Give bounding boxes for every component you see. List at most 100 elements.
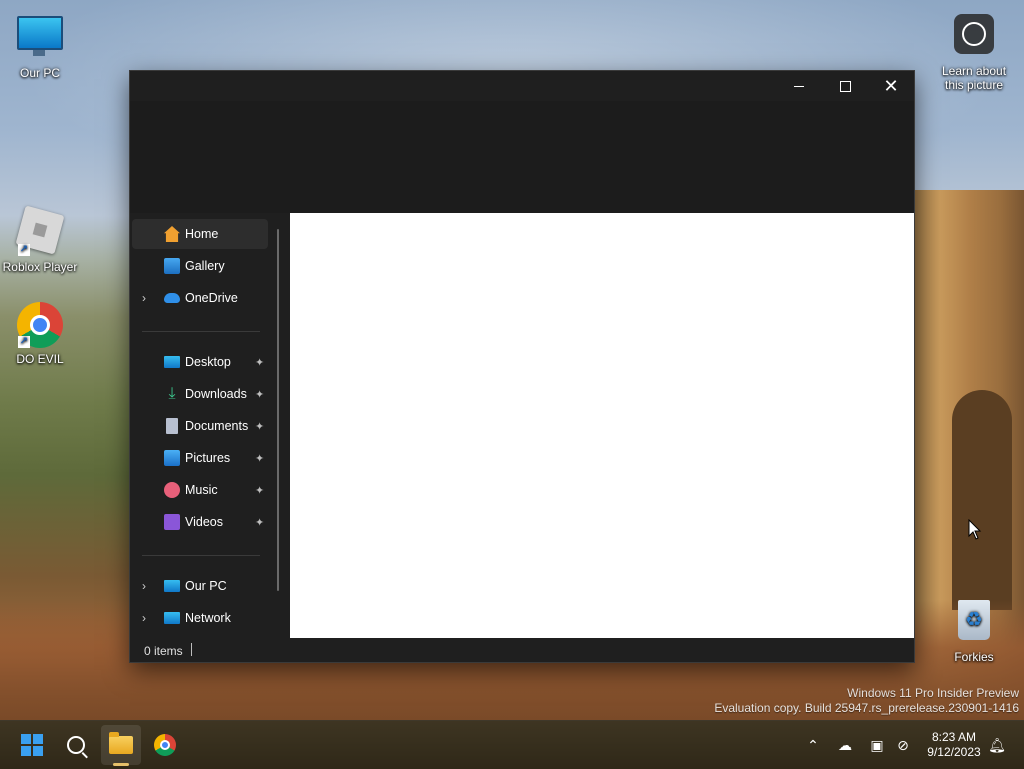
evaluation-watermark: Windows 11 Pro Insider Preview Evaluatio… xyxy=(714,686,1019,716)
home-icon xyxy=(164,226,180,242)
nav-item-documents[interactable]: Documents ✦ xyxy=(132,411,268,441)
nav-item-label: OneDrive xyxy=(185,291,238,305)
chevron-right-icon[interactable]: › xyxy=(142,611,146,625)
desktop-icon-label: DO EVIL xyxy=(16,352,64,366)
start-button[interactable] xyxy=(12,725,52,765)
file-explorer-window[interactable]: ✕ Home Gallery › OneDrive Desktop ✦ ⤓ Do… xyxy=(130,71,914,662)
pin-icon: ✦ xyxy=(255,452,265,465)
bell-icon: 🔔︎ xyxy=(988,736,1006,753)
nav-item-label: Pictures xyxy=(185,451,231,465)
minimize-button[interactable] xyxy=(776,71,822,101)
clock-date: 9/12/2023 xyxy=(927,745,981,759)
minimize-icon xyxy=(794,85,804,87)
nav-item-label: Our PC xyxy=(185,579,227,593)
nav-item-network[interactable]: › Network xyxy=(132,603,268,633)
chevron-right-icon[interactable]: › xyxy=(142,579,146,593)
desktop-icon-recycle-bin[interactable]: ♻ Forkies xyxy=(934,596,1014,664)
shortcut-arrow-icon: ↗ xyxy=(18,336,30,348)
chevron-right-icon[interactable]: › xyxy=(142,291,146,305)
title-bar[interactable]: ✕ xyxy=(130,71,914,101)
nav-divider xyxy=(142,555,260,556)
toolbar-area xyxy=(130,101,914,213)
search-icon xyxy=(67,736,85,754)
close-button[interactable]: ✕ xyxy=(868,71,914,101)
taskbar: ⌃ ☁ ▣ ⊘ 8:23 AM 9/12/2023 🔔︎ xyxy=(0,720,1024,769)
mouse-cursor-icon xyxy=(968,519,982,540)
nav-item-label: Network xyxy=(185,611,231,625)
maximize-icon xyxy=(839,80,851,92)
desktop-icon-our-pc[interactable]: Our PC xyxy=(0,10,80,80)
nav-divider xyxy=(142,331,260,332)
cloud-offline-icon: ☁ xyxy=(838,736,852,753)
search-button[interactable] xyxy=(56,725,96,765)
desktop-icon-roblox-player[interactable]: ↗ Roblox Player xyxy=(0,205,80,274)
camera-icon xyxy=(954,14,994,54)
network-status-icon: ▣ xyxy=(870,736,884,753)
watermark-line-1: Windows 11 Pro Insider Preview xyxy=(847,686,1019,700)
shortcut-arrow-icon: ↗ xyxy=(18,244,30,256)
pin-icon: ✦ xyxy=(255,516,265,529)
active-app-indicator xyxy=(113,763,129,766)
nav-item-onedrive[interactable]: › OneDrive xyxy=(132,283,268,313)
nav-item-our-pc[interactable]: › Our PC xyxy=(132,571,268,601)
pin-icon: ✦ xyxy=(255,388,265,401)
nav-item-videos[interactable]: Videos ✦ xyxy=(132,507,268,537)
volume-muted-icon: ⊘ xyxy=(897,736,909,753)
background-bridge-arch xyxy=(952,390,1012,610)
nav-item-gallery[interactable]: Gallery xyxy=(132,251,268,281)
downloads-icon: ⤓ xyxy=(168,385,176,402)
nav-item-downloads[interactable]: ⤓ Downloads ✦ xyxy=(132,379,268,409)
show-hidden-icons-button[interactable]: ⌃ xyxy=(802,721,824,769)
desktop-icon-label: Learn about this picture xyxy=(941,64,1007,92)
close-icon: ✕ xyxy=(883,75,899,97)
pictures-icon xyxy=(164,450,180,466)
desktop-icon-label: Roblox Player xyxy=(2,260,78,274)
navigation-pane[interactable]: Home Gallery › OneDrive Desktop ✦ ⤓ Down… xyxy=(130,213,288,638)
videos-icon xyxy=(164,514,180,530)
nav-item-desktop[interactable]: Desktop ✦ xyxy=(132,347,268,377)
nav-item-home[interactable]: Home xyxy=(132,219,268,249)
pc-icon xyxy=(164,580,180,592)
nav-item-label: Downloads xyxy=(185,387,247,401)
watermark-line-2: Evaluation copy. Build 25947.rs_prerelea… xyxy=(714,701,1019,715)
documents-icon xyxy=(166,418,178,434)
chevron-up-icon: ⌃ xyxy=(807,736,819,753)
windows-start-icon xyxy=(21,734,43,756)
nav-item-label: Desktop xyxy=(185,355,231,369)
desktop-icon-do-evil[interactable]: ↗ DO EVIL xyxy=(0,302,80,366)
music-icon xyxy=(164,482,180,498)
file-list-area[interactable] xyxy=(290,213,914,638)
nav-item-label: Videos xyxy=(185,515,223,529)
nav-item-label: Documents xyxy=(185,419,249,433)
pin-icon: ✦ xyxy=(255,420,265,433)
monitor-icon xyxy=(17,16,63,56)
gallery-icon xyxy=(164,258,180,274)
nav-item-music[interactable]: Music ✦ xyxy=(132,475,268,505)
clock-button[interactable]: 8:23 AM 9/12/2023 xyxy=(918,730,990,760)
nav-item-label: Music xyxy=(185,483,218,497)
desktop-icon-label: Our PC xyxy=(19,66,60,80)
desktop-icon-learn-about-picture[interactable]: Learn about this picture xyxy=(934,10,1014,92)
folder-icon xyxy=(109,732,133,754)
nav-item-label: Home xyxy=(185,227,219,241)
pin-icon: ✦ xyxy=(255,356,265,369)
item-count: 0 items xyxy=(144,644,183,658)
volume-tray-button[interactable]: ⊘ xyxy=(892,721,914,769)
nav-item-pictures[interactable]: Pictures ✦ xyxy=(132,443,268,473)
onedrive-tray-button[interactable]: ☁ xyxy=(834,721,856,769)
notifications-button[interactable]: 🔔︎ xyxy=(986,721,1008,769)
recycle-bin-icon: ♻ xyxy=(958,600,990,640)
chrome-icon xyxy=(154,734,176,756)
taskbar-chrome[interactable] xyxy=(145,725,185,765)
pin-icon: ✦ xyxy=(255,484,265,497)
desktop-icon-label: Forkies xyxy=(954,650,994,664)
onedrive-icon xyxy=(164,293,180,303)
network-tray-button[interactable]: ▣ xyxy=(866,721,888,769)
nav-item-label: Gallery xyxy=(185,259,225,273)
clock-time: 8:23 AM xyxy=(931,730,977,744)
maximize-button[interactable] xyxy=(822,71,868,101)
nav-scrollbar[interactable] xyxy=(277,229,279,591)
taskbar-file-explorer[interactable] xyxy=(101,725,141,765)
status-divider xyxy=(191,643,192,656)
desktop-folder-icon xyxy=(164,356,180,368)
